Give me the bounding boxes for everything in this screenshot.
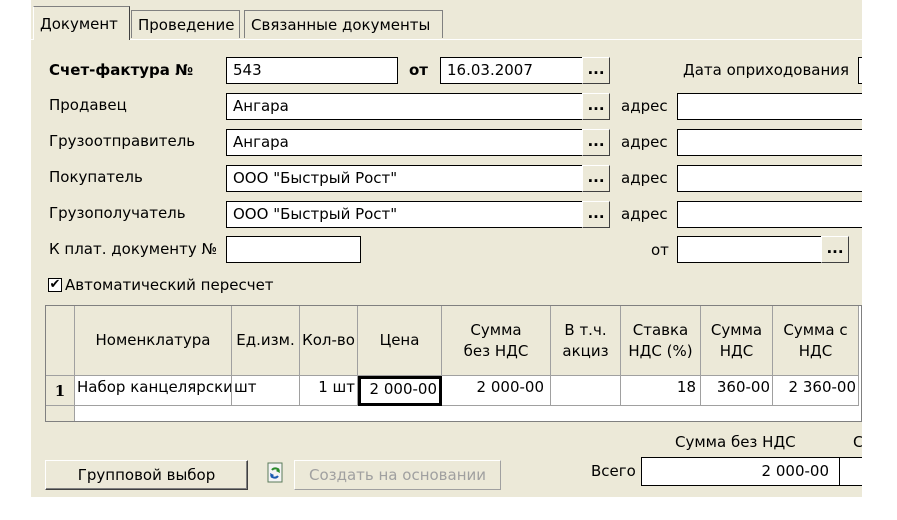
refresh-icon[interactable]: [265, 462, 285, 484]
payment-doc-label: К плат. документу №: [49, 240, 218, 258]
col-header-price[interactable]: Цена: [358, 306, 442, 376]
auto-recalc-checkbox[interactable]: ✔: [48, 278, 62, 292]
group-select-button[interactable]: Групповой выбор: [45, 460, 248, 490]
payment-doc-date-from-label: от: [651, 241, 669, 259]
cell-sum-with-vat[interactable]: 2 360-00: [773, 376, 859, 406]
payment-doc-date-picker-button[interactable]: ...: [821, 236, 849, 263]
auto-recalc-label: Автоматический пересчет: [65, 276, 274, 294]
shipper-label: Грузоотправитель: [49, 132, 196, 150]
totals-sum-no-vat-label: Сумма без НДС: [675, 433, 796, 451]
buyer-address-input[interactable]: [677, 165, 862, 192]
shipper-address-label: адрес: [621, 133, 668, 151]
tab-divider: [31, 39, 862, 40]
tab-related-documents[interactable]: Связанные документы: [244, 10, 443, 38]
total-sum-no-vat-field: 2 000-00: [641, 457, 840, 486]
consignee-address-input[interactable]: [677, 201, 862, 228]
seller-address-input[interactable]: [677, 93, 862, 120]
col-header-qty[interactable]: Кол-во: [300, 306, 358, 376]
receipt-date-input[interactable]: [858, 57, 862, 84]
empty-row-number: [46, 406, 75, 421]
consignee-select-button[interactable]: ...: [582, 201, 610, 228]
items-table: Номенклатура Ед.изм. Кол-во Цена Сумма б…: [45, 305, 862, 422]
col-header-unit[interactable]: Ед.изм.: [232, 306, 300, 376]
shipper-address-input[interactable]: [677, 129, 862, 156]
total-next-field: [839, 457, 862, 486]
payment-doc-input[interactable]: [226, 236, 361, 263]
receipt-date-label: Дата оприходования: [683, 61, 850, 79]
row-number-header: [46, 306, 75, 376]
invoice-number-input[interactable]: 543: [226, 57, 398, 84]
cell-vat-rate[interactable]: 18: [621, 376, 701, 406]
consignee-label: Грузополучатель: [49, 204, 186, 222]
tab-posting[interactable]: Проведение: [131, 10, 240, 38]
col-header-excise[interactable]: В т.ч. акциз: [551, 306, 621, 376]
seller-label: Продавец: [49, 96, 127, 114]
shipper-select-button[interactable]: ...: [582, 129, 610, 156]
col-header-sum-no-vat[interactable]: Сумма без НДС: [442, 306, 551, 376]
totals-next-label: С: [853, 433, 862, 451]
document-form: Документ Проведение Связанные документы …: [31, 0, 862, 497]
cell-sum-no-vat[interactable]: 2 000-00: [442, 376, 551, 406]
cell-excise[interactable]: [551, 376, 621, 406]
tab-bar: Документ Проведение Связанные документы: [31, 0, 862, 40]
consignee-input[interactable]: ООО "Быстрый Рост": [226, 201, 583, 228]
cell-item[interactable]: Набор канцелярских: [75, 376, 232, 406]
invoice-date-picker-button[interactable]: ...: [582, 57, 610, 84]
seller-select-button[interactable]: ...: [582, 93, 610, 120]
seller-address-label: адрес: [621, 97, 668, 115]
buyer-label: Покупатель: [49, 168, 143, 186]
invoice-date-from-label: от: [409, 61, 428, 79]
create-based-on-button[interactable]: Создать на основании: [294, 460, 501, 490]
tab-document[interactable]: Документ: [33, 6, 130, 40]
shipper-input[interactable]: Ангара: [226, 129, 583, 156]
col-header-item[interactable]: Номенклатура: [75, 306, 232, 376]
buyer-input[interactable]: ООО "Быстрый Рост": [226, 165, 583, 192]
buyer-select-button[interactable]: ...: [582, 165, 610, 192]
invoice-date-input[interactable]: 16.03.2007: [440, 57, 583, 84]
seller-input[interactable]: Ангара: [226, 93, 583, 120]
cell-qty[interactable]: 1 шт: [300, 376, 358, 406]
totals-total-label: Всего: [591, 462, 636, 480]
invoice-number-label: Счет-фактура №: [49, 61, 194, 79]
col-header-sum-with-vat[interactable]: Сумма с НДС: [773, 306, 859, 376]
cell-unit[interactable]: шт: [232, 376, 300, 406]
row-number: 1: [46, 376, 75, 406]
col-header-vat-rate[interactable]: Ставка НДС (%): [621, 306, 701, 376]
consignee-address-label: адрес: [621, 205, 668, 223]
cell-price[interactable]: 2 000-00: [358, 376, 442, 406]
col-header-vat-sum[interactable]: Сумма НДС: [701, 306, 773, 376]
payment-doc-date-input[interactable]: [677, 236, 822, 263]
cell-vat-sum[interactable]: 360-00: [701, 376, 773, 406]
buyer-address-label: адрес: [621, 169, 668, 187]
